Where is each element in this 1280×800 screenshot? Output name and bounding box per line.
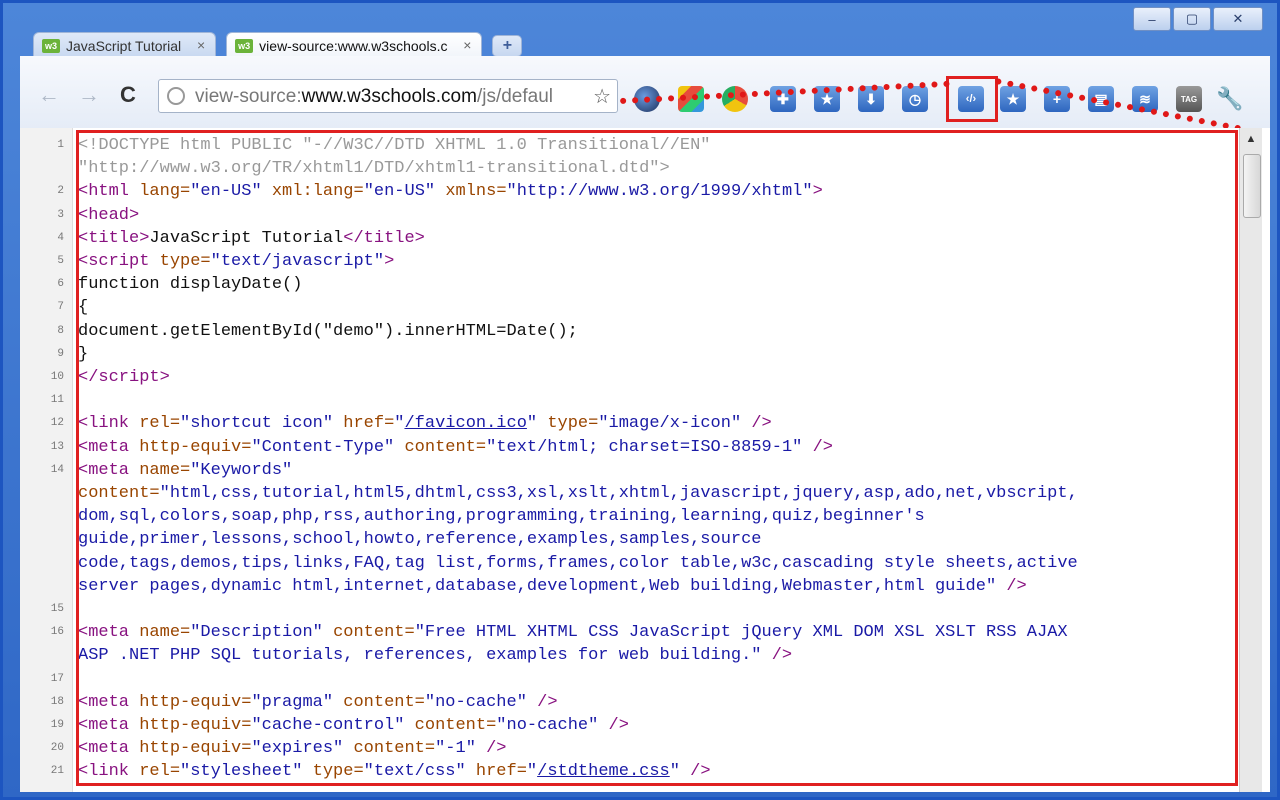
line-number: 9: [57, 347, 64, 360]
minimize-button[interactable]: –: [1133, 7, 1171, 31]
tab-javascript-tutorial[interactable]: w3 JavaScript Tutorial ×: [33, 32, 217, 59]
line-number: 8: [57, 324, 64, 337]
annotation-dotted-line-right: [994, 78, 1242, 132]
line-number: 1: [57, 139, 64, 151]
scrollbar-thumb[interactable]: [1243, 154, 1261, 218]
line-number: 20: [50, 742, 64, 755]
close-window-button[interactable]: ✕: [1213, 7, 1263, 31]
line-number: 15: [50, 603, 64, 616]
line-number: [20, 482, 78, 505]
highlight-box: [946, 76, 998, 122]
line-number: 17: [50, 672, 64, 685]
line-number: 16: [50, 626, 64, 639]
line-number: 12: [50, 417, 64, 430]
browser-toolbar: ← → C view-source:www.w3schools.com/js/d…: [20, 56, 1270, 132]
line-number: 3: [57, 208, 64, 221]
clock-icon[interactable]: ◷: [902, 86, 928, 112]
line-number: 21: [50, 765, 64, 778]
tab-strip: w3 JavaScript Tutorial × w3 view-source:…: [33, 29, 523, 59]
tab-view-source[interactable]: w3 view-source:www.w3schools.c ×: [226, 32, 483, 59]
window-caption-buttons: – ▢ ✕: [1133, 7, 1263, 31]
line-number: 13: [50, 440, 64, 453]
reload-button[interactable]: C: [120, 82, 136, 108]
line-number: [20, 505, 78, 528]
maximize-button[interactable]: ▢: [1173, 7, 1211, 31]
line-number: [20, 552, 78, 575]
line-number: 2: [57, 185, 64, 198]
new-tab-button[interactable]: +: [492, 35, 523, 57]
line-number: [20, 528, 78, 551]
forward-button[interactable]: →: [78, 82, 100, 108]
line-number: [20, 644, 78, 667]
line-number: 11: [50, 394, 64, 407]
line-number: [20, 575, 78, 598]
scroll-up-icon[interactable]: ▲: [1240, 128, 1262, 150]
w3schools-favicon-icon: w3: [42, 39, 60, 53]
back-button[interactable]: ←: [38, 82, 60, 108]
tab-close-icon[interactable]: ×: [463, 37, 471, 53]
line-number: [20, 157, 78, 180]
tag-icon[interactable]: TAG: [1176, 86, 1202, 112]
source-view: 1 <!DOCTYPE html PUBLIC "-//W3C//DTD XHTM…: [20, 128, 1270, 792]
line-number: 14: [50, 463, 64, 476]
line-number: 5: [57, 255, 64, 268]
rating-star-icon[interactable]: ★: [1000, 86, 1026, 112]
source-highlight-frame: [76, 130, 1238, 786]
globe-icon: [167, 87, 185, 105]
line-number: 7: [57, 301, 64, 314]
line-number: 19: [50, 719, 64, 732]
chrome-logo-icon[interactable]: [722, 86, 748, 112]
tab-title: JavaScript Tutorial: [66, 38, 182, 54]
bookmark-star-icon[interactable]: ☆: [593, 84, 611, 109]
address-url: view-source:www.w3schools.com/js/defaul: [195, 86, 553, 107]
line-number: 10: [50, 371, 64, 384]
tab-title: view-source:www.w3schools.c: [259, 38, 448, 54]
tab-close-icon[interactable]: ×: [197, 37, 205, 53]
vertical-scrollbar[interactable]: ▲: [1239, 128, 1262, 792]
w3schools-favicon-icon: w3: [235, 39, 254, 53]
line-number: 4: [57, 231, 64, 244]
line-number: 6: [57, 278, 64, 291]
address-bar[interactable]: view-source:www.w3schools.com/js/defaul …: [158, 79, 618, 113]
wrench-icon[interactable]: 🔧: [1216, 86, 1243, 112]
line-number: 18: [50, 695, 64, 708]
